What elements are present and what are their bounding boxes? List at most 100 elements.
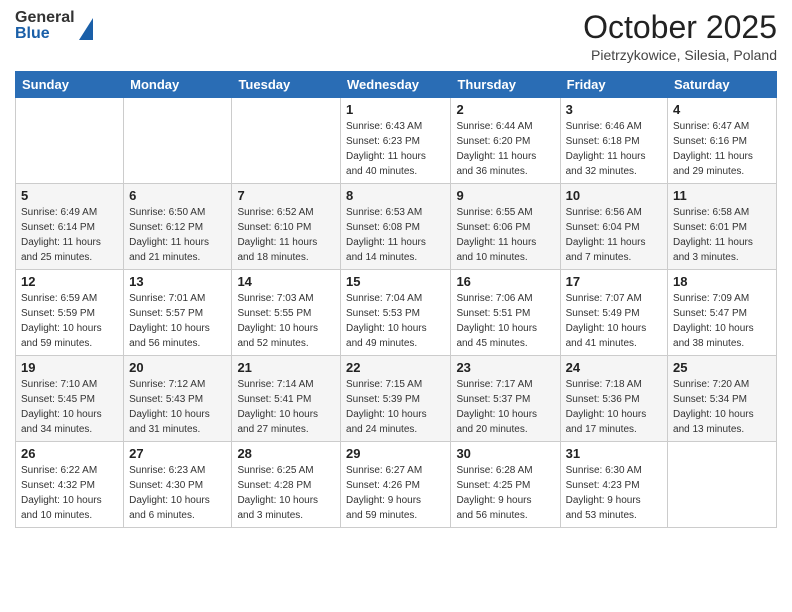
- day-info: Sunrise: 7:06 AM Sunset: 5:51 PM Dayligh…: [456, 291, 554, 351]
- day-number: 7: [237, 188, 335, 203]
- weekday-header-saturday: Saturday: [668, 72, 777, 98]
- day-number: 24: [566, 360, 662, 375]
- weekday-header-sunday: Sunday: [16, 72, 124, 98]
- day-number: 10: [566, 188, 662, 203]
- day-cell: 16 Sunrise: 7:06 AM Sunset: 5:51 PM Dayli…: [451, 270, 560, 356]
- day-cell: 30 Sunrise: 6:28 AM Sunset: 4:25 PM Dayli…: [451, 442, 560, 528]
- day-cell: 12 Sunrise: 6:59 AM Sunset: 5:59 PM Dayli…: [16, 270, 124, 356]
- day-cell: 6 Sunrise: 6:50 AM Sunset: 6:12 PM Daylig…: [124, 184, 232, 270]
- weekday-header-monday: Monday: [124, 72, 232, 98]
- day-number: 28: [237, 446, 335, 461]
- location-text: Pietrzykowice, Silesia, Poland: [583, 47, 777, 63]
- day-number: 20: [129, 360, 226, 375]
- day-info: Sunrise: 6:25 AM Sunset: 4:28 PM Dayligh…: [237, 463, 335, 523]
- day-cell: 18 Sunrise: 7:09 AM Sunset: 5:47 PM Dayli…: [668, 270, 777, 356]
- day-cell: 22 Sunrise: 7:15 AM Sunset: 5:39 PM Dayli…: [341, 356, 451, 442]
- day-cell: 28 Sunrise: 6:25 AM Sunset: 4:28 PM Dayli…: [232, 442, 341, 528]
- week-row-4: 19 Sunrise: 7:10 AM Sunset: 5:45 PM Dayli…: [16, 356, 777, 442]
- day-info: Sunrise: 6:59 AM Sunset: 5:59 PM Dayligh…: [21, 291, 118, 351]
- day-info: Sunrise: 7:12 AM Sunset: 5:43 PM Dayligh…: [129, 377, 226, 437]
- day-info: Sunrise: 6:58 AM Sunset: 6:01 PM Dayligh…: [673, 205, 771, 265]
- day-cell: [16, 98, 124, 184]
- day-info: Sunrise: 6:50 AM Sunset: 6:12 PM Dayligh…: [129, 205, 226, 265]
- day-cell: 19 Sunrise: 7:10 AM Sunset: 5:45 PM Dayli…: [16, 356, 124, 442]
- title-block: October 2025 Pietrzykowice, Silesia, Pol…: [583, 10, 777, 63]
- day-cell: 11 Sunrise: 6:58 AM Sunset: 6:01 PM Dayli…: [668, 184, 777, 270]
- day-cell: 14 Sunrise: 7:03 AM Sunset: 5:55 PM Dayli…: [232, 270, 341, 356]
- day-number: 29: [346, 446, 445, 461]
- day-number: 15: [346, 274, 445, 289]
- day-info: Sunrise: 7:04 AM Sunset: 5:53 PM Dayligh…: [346, 291, 445, 351]
- logo: General Blue: [15, 10, 93, 42]
- day-number: 12: [21, 274, 118, 289]
- day-info: Sunrise: 6:28 AM Sunset: 4:25 PM Dayligh…: [456, 463, 554, 523]
- day-info: Sunrise: 6:43 AM Sunset: 6:23 PM Dayligh…: [346, 119, 445, 179]
- day-number: 22: [346, 360, 445, 375]
- day-number: 6: [129, 188, 226, 203]
- day-number: 4: [673, 102, 771, 117]
- day-cell: 3Sunrise: 6:46 AM Sunset: 6:18 PM Daylig…: [560, 98, 667, 184]
- day-info: Sunrise: 7:17 AM Sunset: 5:37 PM Dayligh…: [456, 377, 554, 437]
- day-number: 21: [237, 360, 335, 375]
- day-info: Sunrise: 7:15 AM Sunset: 5:39 PM Dayligh…: [346, 377, 445, 437]
- day-cell: 26 Sunrise: 6:22 AM Sunset: 4:32 PM Dayli…: [16, 442, 124, 528]
- day-cell: 9Sunrise: 6:55 AM Sunset: 6:06 PM Daylig…: [451, 184, 560, 270]
- day-cell: 29 Sunrise: 6:27 AM Sunset: 4:26 PM Dayli…: [341, 442, 451, 528]
- day-info: Sunrise: 7:10 AM Sunset: 5:45 PM Dayligh…: [21, 377, 118, 437]
- day-info: Sunrise: 7:09 AM Sunset: 5:47 PM Dayligh…: [673, 291, 771, 351]
- day-number: 25: [673, 360, 771, 375]
- day-info: Sunrise: 6:23 AM Sunset: 4:30 PM Dayligh…: [129, 463, 226, 523]
- day-info: Sunrise: 6:44 AM Sunset: 6:20 PM Dayligh…: [456, 119, 554, 179]
- weekday-header-row: SundayMondayTuesdayWednesdayThursdayFrid…: [16, 72, 777, 98]
- day-number: 27: [129, 446, 226, 461]
- day-number: 31: [566, 446, 662, 461]
- day-number: 26: [21, 446, 118, 461]
- day-info: Sunrise: 7:18 AM Sunset: 5:36 PM Dayligh…: [566, 377, 662, 437]
- day-cell: 23 Sunrise: 7:17 AM Sunset: 5:37 PM Dayli…: [451, 356, 560, 442]
- day-info: Sunrise: 6:46 AM Sunset: 6:18 PM Dayligh…: [566, 119, 662, 179]
- day-number: 9: [456, 188, 554, 203]
- day-number: 30: [456, 446, 554, 461]
- day-info: Sunrise: 7:20 AM Sunset: 5:34 PM Dayligh…: [673, 377, 771, 437]
- day-number: 18: [673, 274, 771, 289]
- day-number: 8: [346, 188, 445, 203]
- day-number: 19: [21, 360, 118, 375]
- day-number: 1: [346, 102, 445, 117]
- day-cell: 4 Sunrise: 6:47 AM Sunset: 6:16 PM Daylig…: [668, 98, 777, 184]
- day-cell: 25 Sunrise: 7:20 AM Sunset: 5:34 PM Dayli…: [668, 356, 777, 442]
- day-number: 5: [21, 188, 118, 203]
- day-info: Sunrise: 6:30 AM Sunset: 4:23 PM Dayligh…: [566, 463, 662, 523]
- day-number: 17: [566, 274, 662, 289]
- day-cell: 31 Sunrise: 6:30 AM Sunset: 4:23 PM Dayli…: [560, 442, 667, 528]
- day-info: Sunrise: 6:27 AM Sunset: 4:26 PM Dayligh…: [346, 463, 445, 523]
- day-number: 23: [456, 360, 554, 375]
- week-row-5: 26 Sunrise: 6:22 AM Sunset: 4:32 PM Dayli…: [16, 442, 777, 528]
- day-number: 14: [237, 274, 335, 289]
- day-info: Sunrise: 6:22 AM Sunset: 4:32 PM Dayligh…: [21, 463, 118, 523]
- weekday-header-thursday: Thursday: [451, 72, 560, 98]
- day-cell: 27 Sunrise: 6:23 AM Sunset: 4:30 PM Dayli…: [124, 442, 232, 528]
- day-info: Sunrise: 7:01 AM Sunset: 5:57 PM Dayligh…: [129, 291, 226, 351]
- day-info: Sunrise: 6:53 AM Sunset: 6:08 PM Dayligh…: [346, 205, 445, 265]
- day-cell: 1 Sunrise: 6:43 AM Sunset: 6:23 PM Daylig…: [341, 98, 451, 184]
- day-number: 16: [456, 274, 554, 289]
- day-cell: 10 Sunrise: 6:56 AM Sunset: 6:04 PM Dayli…: [560, 184, 667, 270]
- logo-general-text: General: [15, 10, 75, 26]
- day-info: Sunrise: 6:52 AM Sunset: 6:10 PM Dayligh…: [237, 205, 335, 265]
- week-row-1: 1 Sunrise: 6:43 AM Sunset: 6:23 PM Daylig…: [16, 98, 777, 184]
- day-cell: 20 Sunrise: 7:12 AM Sunset: 5:43 PM Dayli…: [124, 356, 232, 442]
- day-cell: 8 Sunrise: 6:53 AM Sunset: 6:08 PM Daylig…: [341, 184, 451, 270]
- day-number: 11: [673, 188, 771, 203]
- week-row-3: 12 Sunrise: 6:59 AM Sunset: 5:59 PM Dayli…: [16, 270, 777, 356]
- day-cell: 2Sunrise: 6:44 AM Sunset: 6:20 PM Daylig…: [451, 98, 560, 184]
- day-cell: 21 Sunrise: 7:14 AM Sunset: 5:41 PM Dayli…: [232, 356, 341, 442]
- day-cell: [124, 98, 232, 184]
- day-info: Sunrise: 7:14 AM Sunset: 5:41 PM Dayligh…: [237, 377, 335, 437]
- day-info: Sunrise: 6:47 AM Sunset: 6:16 PM Dayligh…: [673, 119, 771, 179]
- weekday-header-wednesday: Wednesday: [341, 72, 451, 98]
- day-info: Sunrise: 6:56 AM Sunset: 6:04 PM Dayligh…: [566, 205, 662, 265]
- day-info: Sunrise: 7:03 AM Sunset: 5:55 PM Dayligh…: [237, 291, 335, 351]
- day-cell: 15 Sunrise: 7:04 AM Sunset: 5:53 PM Dayli…: [341, 270, 451, 356]
- weekday-header-friday: Friday: [560, 72, 667, 98]
- page-header: General Blue October 2025 Pietrzykowice,…: [15, 10, 777, 63]
